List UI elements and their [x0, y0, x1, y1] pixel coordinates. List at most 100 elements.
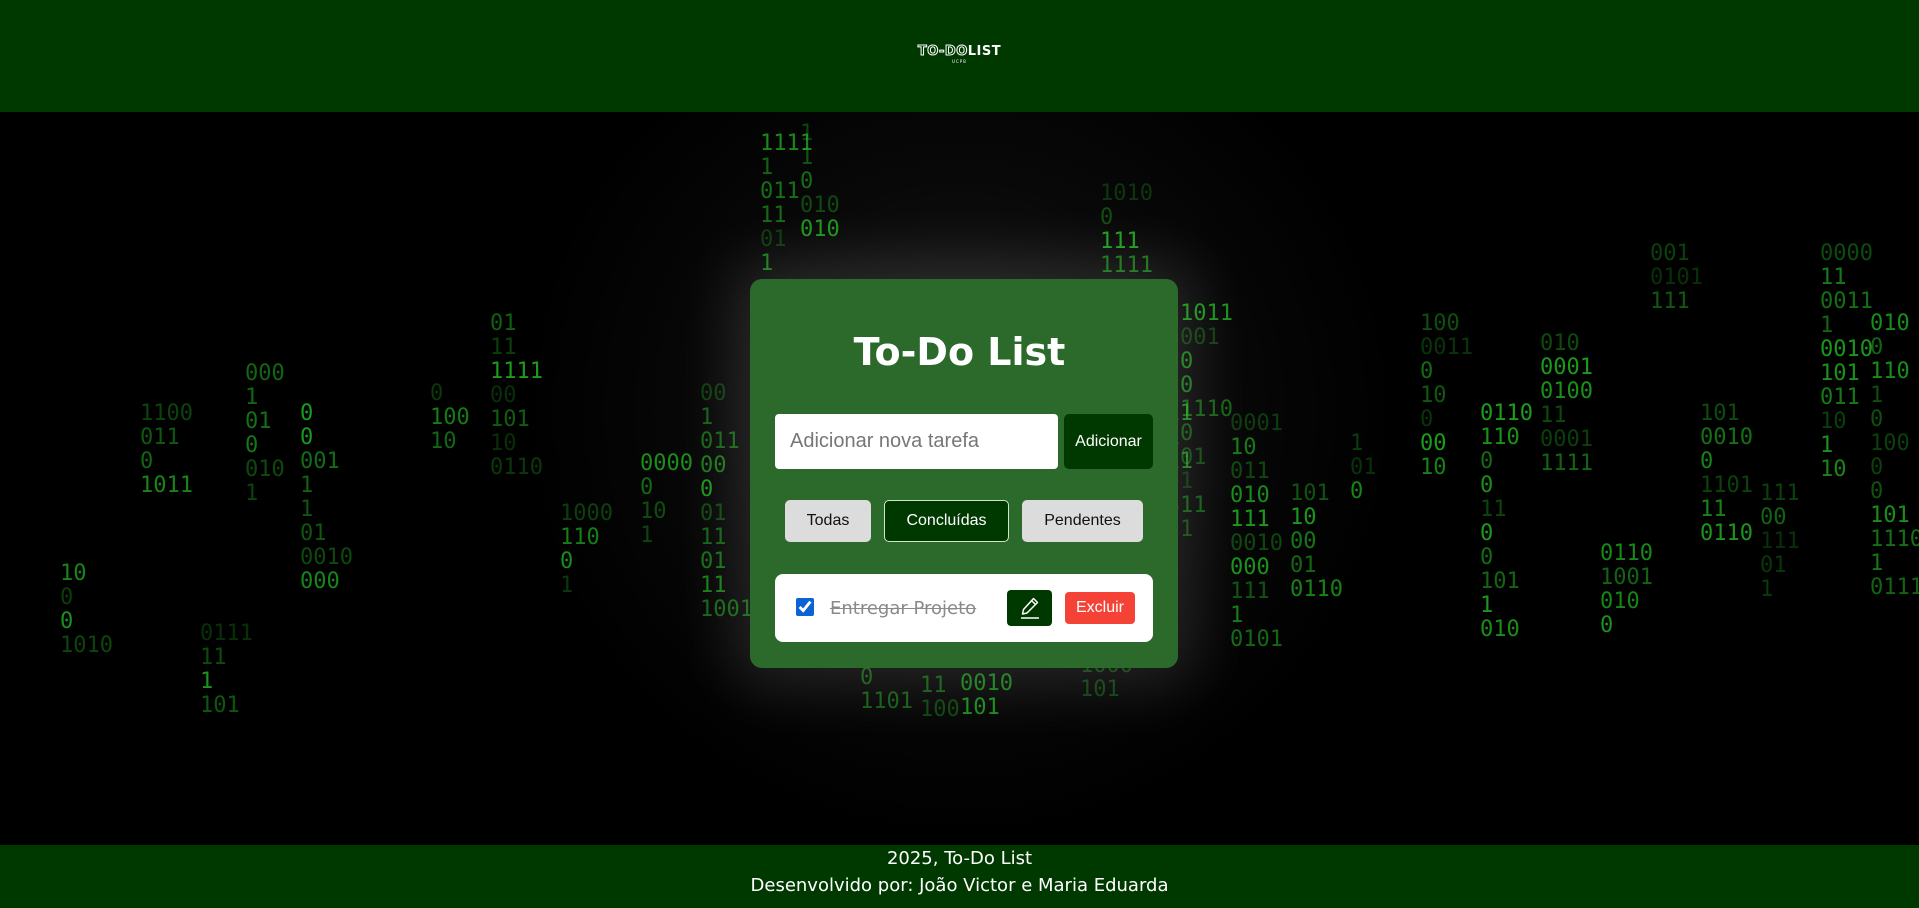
binary-digit: 0: [1480, 473, 1493, 498]
binary-digit: 0110: [1480, 401, 1533, 426]
filter-all-button[interactable]: Todas: [785, 500, 871, 542]
binary-digit: 11: [700, 573, 727, 598]
binary-digit: 10: [1290, 505, 1317, 530]
binary-digit: 1: [560, 573, 573, 598]
binary-digit: 00: [1420, 431, 1447, 456]
binary-digit: 0010: [960, 671, 1013, 696]
binary-digit: 0: [1870, 455, 1883, 480]
binary-digit: 01: [1350, 455, 1377, 480]
binary-digit: 0: [1180, 421, 1193, 446]
binary-digit: 101: [960, 695, 1000, 720]
binary-digit: 10: [430, 429, 457, 454]
binary-digit: 111: [1760, 481, 1800, 506]
binary-digit: 111: [1230, 579, 1270, 604]
binary-digit: 00: [700, 453, 727, 478]
binary-digit: 1: [1480, 593, 1493, 618]
task-complete-checkbox[interactable]: [796, 598, 814, 616]
binary-digit: 00: [490, 383, 517, 408]
binary-digit: 0: [560, 549, 573, 574]
binary-digit: 0: [1420, 407, 1433, 432]
footer-credits: Desenvolvido por: João Victor e Maria Ed…: [750, 875, 1169, 896]
delete-task-button[interactable]: Excluir: [1065, 592, 1135, 624]
binary-digit: 1011: [1180, 301, 1233, 326]
binary-digit: 01: [700, 501, 727, 526]
binary-digit: 1: [1820, 433, 1833, 458]
binary-digit: 0: [1870, 479, 1883, 504]
binary-digit: 101: [1480, 569, 1520, 594]
edit-task-button[interactable]: [1007, 590, 1052, 626]
binary-digit: 101: [1700, 401, 1740, 426]
binary-digit: 010: [800, 217, 840, 242]
binary-digit: 0: [1700, 449, 1713, 474]
binary-digit: 1: [1760, 577, 1773, 602]
binary-digit: 01: [245, 409, 272, 434]
binary-digit: 01: [300, 521, 327, 546]
binary-digit: 000: [1230, 555, 1270, 580]
binary-digit: 11: [760, 203, 787, 228]
logo: TO-DOLIST UCPB: [917, 43, 1001, 64]
binary-digit: 0: [860, 665, 873, 690]
filter-completed-button[interactable]: Concluídas: [884, 500, 1009, 542]
binary-digit: 100: [920, 697, 960, 722]
binary-digit: 101: [490, 407, 530, 432]
binary-digit: 1011: [140, 473, 193, 498]
binary-digit: 110: [1480, 425, 1520, 450]
binary-digit: 0110: [490, 455, 543, 480]
binary-digit: 0001: [1540, 427, 1593, 452]
binary-digit: 0: [60, 585, 73, 610]
binary-digit: 10: [1420, 383, 1447, 408]
binary-digit: 00: [700, 381, 727, 406]
new-task-input[interactable]: [775, 414, 1058, 469]
binary-digit: 010: [800, 193, 840, 218]
binary-digit: 00: [1290, 529, 1317, 554]
binary-digit: 1: [800, 121, 813, 146]
binary-digit: 1001: [1600, 565, 1653, 590]
binary-digit: 11: [1700, 497, 1727, 522]
binary-digit: 0110: [1700, 521, 1753, 546]
binary-digit: 1: [245, 385, 258, 410]
binary-digit: 1110: [1180, 397, 1233, 422]
binary-digit: 01: [1760, 553, 1787, 578]
binary-digit: 11: [920, 673, 947, 698]
binary-digit: 1111: [1540, 451, 1593, 476]
binary-digit: 0: [430, 381, 443, 406]
binary-digit: 101: [1080, 677, 1120, 702]
binary-digit: 1: [1180, 469, 1193, 494]
binary-digit: 1100: [140, 401, 193, 426]
binary-digit: 1: [800, 145, 813, 170]
binary-digit: 1: [245, 481, 258, 506]
binary-digit: 011: [700, 429, 740, 454]
page-title: To-Do List: [853, 330, 1066, 374]
binary-digit: 1110: [1870, 527, 1919, 552]
binary-digit: 0001: [1230, 411, 1283, 436]
binary-digit: 0: [1600, 613, 1613, 638]
add-task-button[interactable]: Adicionar: [1064, 414, 1153, 469]
binary-digit: 010: [1600, 589, 1640, 614]
binary-digit: 010: [245, 457, 285, 482]
binary-digit: 110: [560, 525, 600, 550]
binary-digit: 01: [760, 227, 787, 252]
binary-digit: 1101: [1700, 473, 1753, 498]
filter-pending-button[interactable]: Pendentes: [1022, 500, 1143, 542]
binary-digit: 101: [200, 693, 240, 718]
binary-digit: 101: [1870, 503, 1910, 528]
binary-digit: 11: [1540, 403, 1567, 428]
binary-digit: 1010: [60, 633, 113, 658]
binary-digit: 0: [300, 425, 313, 450]
binary-digit: 0: [1480, 545, 1493, 570]
logo-part-todo: TO-DO: [917, 43, 968, 59]
binary-digit: 00: [1760, 505, 1787, 530]
binary-digit: 0: [1350, 479, 1363, 504]
binary-digit: 111: [1760, 529, 1800, 554]
binary-digit: 0: [300, 401, 313, 426]
pencil-icon: [1020, 597, 1039, 619]
binary-digit: 0: [1100, 205, 1113, 230]
binary-digit: 10: [1230, 435, 1257, 460]
binary-digit: 010: [1230, 483, 1270, 508]
binary-digit: 0111: [1870, 575, 1919, 600]
binary-digit: 010: [1480, 617, 1520, 642]
site-footer: 2025, To-Do List Desenvolvido por: João …: [0, 845, 1919, 908]
binary-digit: 0111: [200, 621, 253, 646]
binary-digit: 0: [1870, 407, 1883, 432]
binary-digit: 011: [1230, 459, 1270, 484]
